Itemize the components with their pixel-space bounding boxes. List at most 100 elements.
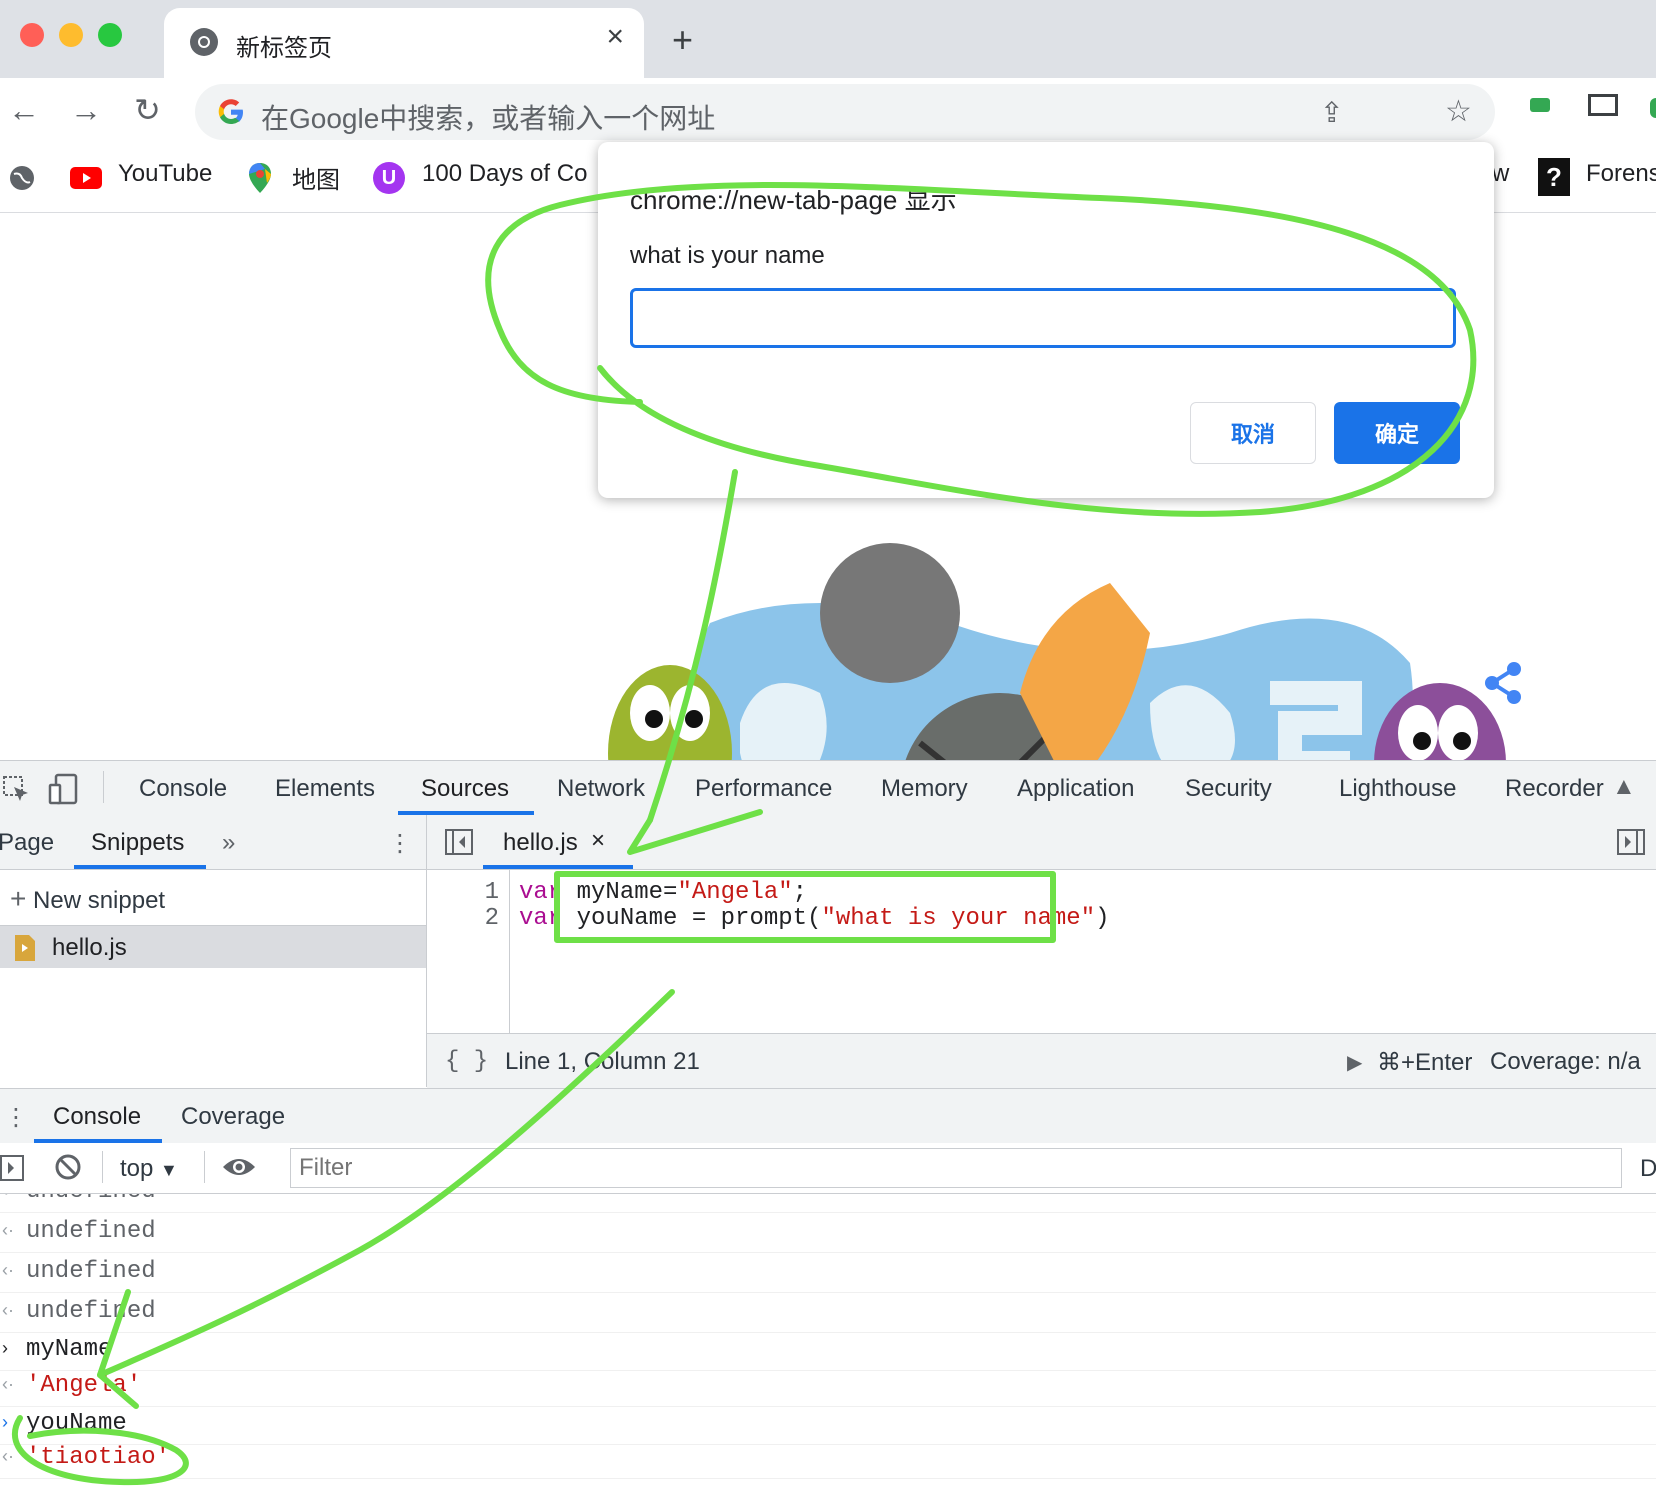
result-arrow-icon: ‹· <box>2 1446 14 1466</box>
toggle-navigator-icon[interactable] <box>445 829 473 855</box>
maps-pin-icon <box>247 162 273 194</box>
console-row: ‹· 'tiaotiao' <box>0 1438 1656 1479</box>
more-tabs-icon[interactable]: » <box>222 829 235 857</box>
new-tab-button[interactable]: + <box>672 22 693 58</box>
tab-recorder[interactable]: Recorder <box>1505 775 1604 803</box>
console-text: undefined <box>26 1298 156 1325</box>
omnibox[interactable]: 在Google中搜索，或者输入一个网址 ⇪ ☆ <box>195 84 1495 140</box>
flask-icon: ▲ <box>1612 773 1636 800</box>
new-snippet-button[interactable]: + New snippet <box>10 883 165 915</box>
result-arrow-icon: ‹· <box>2 1374 14 1394</box>
forward-icon[interactable]: → <box>70 94 102 126</box>
snippet-item[interactable]: hello.js <box>0 925 426 968</box>
navigator-tabs: Page Snippets » ⋮ <box>0 815 426 870</box>
bookmark-youtube[interactable]: YouTube <box>118 160 212 188</box>
tab-application[interactable]: Application <box>1017 775 1134 803</box>
forensics-icon: ? <box>1538 158 1570 196</box>
bookmark-partial[interactable]: w <box>1492 160 1509 188</box>
bookmark-maps[interactable]: 地图 <box>292 160 340 195</box>
tab-network[interactable]: Network <box>557 775 645 803</box>
sources-navigator: Page Snippets » ⋮ + New snippet hello.js <box>0 815 427 1087</box>
result-arrow-icon: ‹· <box>2 1260 14 1280</box>
show-sidebar-icon[interactable] <box>0 1155 26 1181</box>
line-number: 1 <box>484 879 499 906</box>
close-window-button[interactable] <box>20 23 44 47</box>
drawer-tab-console[interactable]: Console <box>53 1103 141 1131</box>
run-snippet-icon[interactable]: ▶ <box>1347 1050 1362 1075</box>
devtools-main-tabs: Console Elements Sources Network Perform… <box>0 760 1656 816</box>
toggle-debugger-icon[interactable] <box>1617 829 1645 855</box>
toolbar-divider <box>102 1151 103 1183</box>
tab-sources[interactable]: Sources <box>421 775 509 803</box>
share-icon[interactable]: ⇪ <box>1320 96 1343 129</box>
snippet-file-icon <box>14 934 36 962</box>
context-value: top <box>120 1155 154 1182</box>
drawer-tab-coverage[interactable]: Coverage <box>181 1103 285 1131</box>
tab-lighthouse[interactable]: Lighthouse <box>1339 775 1456 803</box>
input-chevron-icon: › <box>2 1412 8 1432</box>
context-selector[interactable]: top ▼ <box>120 1155 178 1183</box>
ok-button[interactable]: 确定 <box>1334 402 1460 464</box>
tab-strip: 新标签页 × + <box>0 0 1656 78</box>
active-tab-indicator <box>74 865 206 869</box>
more-options-icon[interactable]: ⋮ <box>388 829 412 858</box>
extension-icon[interactable] <box>1530 98 1550 112</box>
code-line[interactable]: var youName = prompt("what is your name"… <box>519 905 1110 932</box>
reload-icon[interactable]: ↻ <box>134 94 161 126</box>
inspect-element-icon[interactable] <box>2 775 30 803</box>
console-text: myName <box>26 1336 113 1363</box>
clear-console-icon[interactable] <box>54 1153 82 1181</box>
result-arrow-icon: ‹· <box>2 1300 14 1320</box>
code-line[interactable]: var myName="Angela"; <box>519 879 807 906</box>
cursor-position: Line 1, Column 21 <box>505 1048 700 1075</box>
toolbar-divider <box>103 771 104 803</box>
input-chevron-icon: › <box>2 1338 8 1358</box>
prompt-input[interactable] <box>630 288 1456 348</box>
run-shortcut[interactable]: ⌘+Enter <box>1377 1048 1472 1077</box>
tab-close-icon[interactable]: × <box>606 20 624 54</box>
maximize-window-button[interactable] <box>98 23 122 47</box>
snippet-name: hello.js <box>52 934 127 961</box>
console-text: 'tiaotiao' <box>26 1444 171 1471</box>
tab-title: 新标签页 <box>236 35 332 62</box>
device-toolbar-icon[interactable] <box>48 773 80 805</box>
share-doodle-icon[interactable] <box>1484 661 1524 705</box>
browser-tab[interactable]: 新标签页 × <box>164 8 644 78</box>
tab-performance[interactable]: Performance <box>695 775 832 803</box>
editor-tabs: hello.js × <box>427 815 1656 870</box>
tab-elements[interactable]: Elements <box>275 775 375 803</box>
prompt-dialog: chrome://new-tab-page 显示 what is your na… <box>598 142 1494 498</box>
bookmark-star-icon[interactable]: ☆ <box>1445 94 1472 129</box>
line-gutter: 1 2 <box>427 869 510 1033</box>
console-filter-input[interactable] <box>290 1148 1622 1188</box>
result-arrow-icon: ‹· <box>2 1220 14 1240</box>
console-toolbar: top ▼ D <box>0 1143 1656 1194</box>
live-expression-eye-icon[interactable] <box>222 1155 256 1179</box>
dropdown-arrow-icon: ▼ <box>160 1160 178 1180</box>
tab-page[interactable]: Page <box>0 829 54 857</box>
back-icon[interactable]: ← <box>8 94 40 126</box>
console-text: youName <box>26 1410 127 1437</box>
globe-icon[interactable] <box>8 164 36 192</box>
bookmark-100-days[interactable]: 100 Days of Co <box>422 160 587 188</box>
bookmark-forens[interactable]: Forens <box>1586 160 1656 188</box>
browser-toolbar: ← → ↻ 在Google中搜索，或者输入一个网址 ⇪ ☆ <box>0 78 1656 146</box>
console-text: undefined <box>26 1194 156 1205</box>
tab-memory[interactable]: Memory <box>881 775 968 803</box>
drawer-menu-icon[interactable]: ⋮ <box>4 1103 28 1132</box>
toolbar-divider <box>204 1151 205 1183</box>
pretty-print-button[interactable]: { } <box>445 1048 488 1075</box>
tab-security[interactable]: Security <box>1185 775 1272 803</box>
profile-icon[interactable] <box>1650 98 1656 118</box>
console-row: ‹· 'Angela' <box>0 1366 1656 1407</box>
minimize-window-button[interactable] <box>59 23 83 47</box>
tab-snippets[interactable]: Snippets <box>91 829 184 857</box>
default-levels-dropdown[interactable]: D <box>1640 1155 1656 1183</box>
close-file-icon[interactable]: × <box>591 827 605 855</box>
reading-list-icon[interactable] <box>1588 94 1618 116</box>
console-row: ‹· undefined <box>0 1194 1656 1213</box>
udemy-icon: U <box>373 162 405 194</box>
file-tab[interactable]: hello.js <box>503 829 578 857</box>
tab-console[interactable]: Console <box>139 775 227 803</box>
cancel-button[interactable]: 取消 <box>1190 402 1316 464</box>
